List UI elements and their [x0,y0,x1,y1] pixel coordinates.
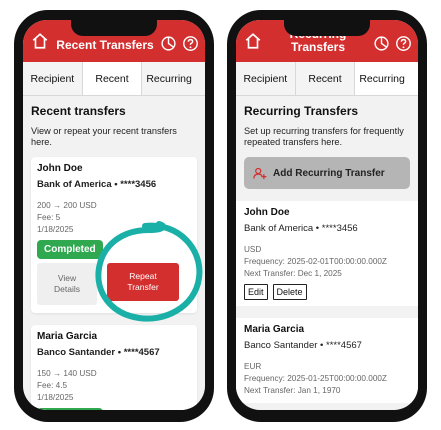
view-details-button[interactable]: View Details [37,263,97,305]
recipient-name: John Doe [244,207,290,218]
tab-recurring[interactable]: Recurring [355,62,418,95]
tab-bar: Recipient Recent Recurring [23,62,205,96]
bank-account: Bank of America • ****3456 [37,179,157,190]
tab-recipient[interactable]: Recipient [23,62,83,95]
status-badge: Completed [37,240,103,259]
bank-account: Banco Santander • ****4567 [37,347,160,358]
currency: EUR [244,362,262,371]
section-title: Recent transfers [31,104,126,118]
help-icon[interactable] [394,34,412,52]
transfer-amount: 150 → 140 USD [37,369,97,378]
notch [71,20,157,36]
section-description: Set up recurring transfers for frequentl… [244,126,404,147]
recipient-name: Maria Garcia [244,324,305,335]
status-badge-partial [37,408,103,410]
bank-account: Bank of America • ****3456 [244,223,358,234]
home-icon[interactable] [29,30,51,52]
transfer-card: Maria Garcia Banco Santander • ****4567 … [31,325,197,410]
recurring-item: Maria Garcia Banco Santander • ****4567 … [236,318,418,403]
frequency: Frequency: 2025-02-01T00:00:00.000Z [244,257,387,266]
transfer-amount: 200 → 200 USD [37,201,97,210]
section-title: Recurring Transfers [244,104,359,118]
recurring-item: John Doe Bank of America • ****3456 USD … [236,201,418,306]
tab-bar: Recipient Recent Recurring [236,62,418,96]
add-user-icon [252,165,268,181]
add-recurring-transfer-button[interactable]: Add Recurring Transfer [244,157,410,189]
currency: USD [244,245,262,254]
edit-button[interactable]: Edit [244,284,268,300]
chart-icon[interactable] [372,34,390,52]
transfer-fee: Fee: 4.5 [37,381,68,390]
recipient-name: Maria Garcia [37,331,98,342]
transfer-date: 1/18/2025 [37,393,74,402]
next-transfer: Next Transfer: Jan 1, 1970 [244,386,341,395]
tab-recent[interactable]: Recent [82,62,143,95]
screen-recent: Recent Transfers Recipient Recent Recurr… [23,20,205,410]
transfer-card: John Doe Bank of America • ****3456 200 … [31,157,197,313]
next-transfer: Next Transfer: Dec 1, 2025 [244,269,342,278]
phone-frame-left: Recent Transfers Recipient Recent Recurr… [14,10,214,422]
help-icon[interactable] [181,34,199,52]
section-description: View or repeat your recent transfers her… [31,126,177,147]
add-recurring-label: Add Recurring Transfer [273,167,385,179]
tab-recurring[interactable]: Recurring [142,62,205,95]
delete-button[interactable]: Delete [272,284,307,300]
bank-account: Banco Santander • ****4567 [244,340,362,351]
frequency: Frequency: 2025-01-25T00:00:00.000Z [244,374,387,383]
tab-recent[interactable]: Recent [296,62,356,95]
chart-icon[interactable] [159,34,177,52]
notch [284,20,370,36]
transfer-date: 1/18/2025 [37,225,74,234]
phone-frame-right: Recurring Transfers Recipient Recent Rec… [227,10,427,422]
home-icon[interactable] [242,30,264,52]
repeat-transfer-button[interactable]: Repeat Transfer [107,263,179,301]
tab-recipient[interactable]: Recipient [236,62,296,95]
recipient-name: John Doe [37,163,83,174]
screen-recurring: Recurring Transfers Recipient Recent Rec… [236,20,418,410]
transfer-fee: Fee: 5 [37,213,61,222]
